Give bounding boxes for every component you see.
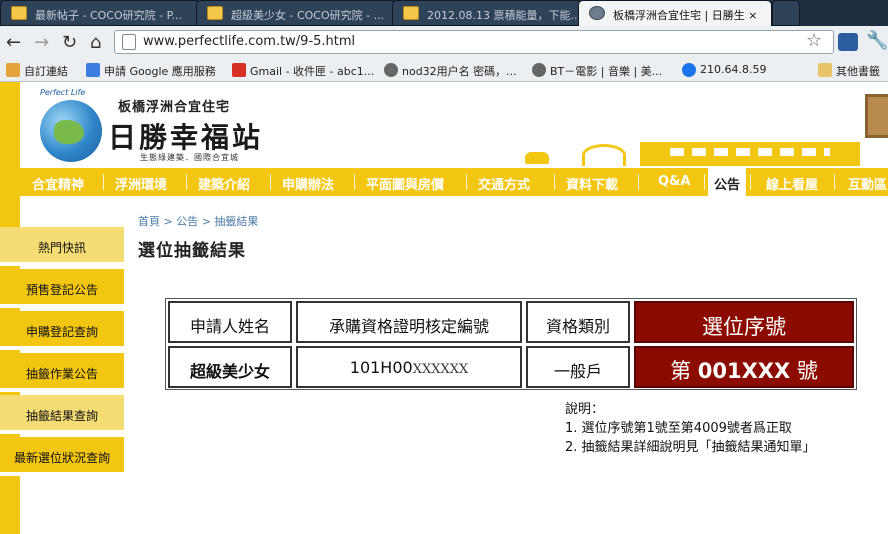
- car-illustration-icon: [525, 152, 549, 164]
- nav-divider: [834, 174, 835, 190]
- sidebar-item[interactable]: 抽籤作業公告: [0, 353, 124, 392]
- notes-title: 說明：: [565, 402, 605, 417]
- signboard-illustration-icon: [865, 94, 888, 138]
- site-header: Perfect Life 板橋浮洲合宜住宅 日勝幸福站 生態綠建築．國際合宜城: [20, 82, 888, 168]
- brand-english: Perfect Life: [40, 88, 86, 97]
- wrench-menu-icon[interactable]: 🔧: [866, 30, 888, 51]
- web-page: Perfect Life 板橋浮洲合宜住宅 日勝幸福站 生態綠建築．國際合宜城 …: [0, 82, 888, 534]
- nav-divider: [270, 174, 271, 190]
- note-item: 1. 選位序號第1號至第4009號者爲正取: [565, 421, 792, 436]
- globe-icon: [532, 63, 546, 77]
- nav-divider: [554, 174, 555, 190]
- cell-seq-no: 第 001XXX 號: [634, 346, 854, 388]
- main-nav: 合宜精神 浮洲環境 建築介紹 申購辦法 平面圖與房價 交通方式 資料下載 Q&A…: [20, 168, 888, 196]
- bookmark-item[interactable]: Gmail - 收件匣 - abc1...: [230, 63, 374, 79]
- bookmarks-bar: 自訂連結 申請 Google 應用服務 Gmail - 收件匣 - abc1..…: [0, 60, 888, 82]
- brand-subtitle: 生態綠建築．國際合宜城: [140, 153, 239, 162]
- bookmark-item[interactable]: 210.64.8.59: [680, 63, 766, 77]
- nav-divider: [638, 174, 639, 190]
- home-icon[interactable]: ⌂: [90, 32, 101, 53]
- globe-icon: [682, 63, 696, 77]
- header-name: 申請人姓名: [168, 301, 292, 343]
- new-tab-button[interactable]: [772, 0, 800, 26]
- sidebar-item[interactable]: 申購登記查詢: [0, 311, 124, 350]
- google-icon: [86, 63, 100, 77]
- address-bar[interactable]: www.perfectlife.com.tw/9-5.html: [114, 30, 834, 54]
- nav-divider: [466, 174, 467, 190]
- apps-icon: [6, 63, 20, 77]
- nav-item[interactable]: 平面圖與房價: [366, 168, 444, 196]
- forum-favicon-icon: [11, 6, 27, 20]
- nav-item[interactable]: 建築介紹: [198, 168, 250, 196]
- back-arrow-icon[interactable]: ←: [6, 32, 21, 53]
- tab-perfectlife[interactable]: 板橋浮洲合宜住宅 | 日勝生 ×: [578, 0, 772, 27]
- result-table: 申請人姓名 承購資格證明核定編號 資格類別 選位序號 超級美少女 101H00X…: [165, 298, 857, 390]
- nav-item[interactable]: 線上看屋: [766, 168, 818, 196]
- nav-item[interactable]: 合宜精神: [32, 168, 84, 196]
- bookmark-item[interactable]: 自訂連結: [4, 63, 68, 79]
- page-title: 選位抽籤結果: [138, 241, 246, 261]
- bookmark-item[interactable]: 申請 Google 應用服務: [84, 63, 216, 79]
- header-category: 資格類別: [526, 301, 630, 343]
- nav-item[interactable]: 互動區: [848, 168, 887, 196]
- cell-name: 超級美少女: [168, 346, 292, 388]
- nav-divider: [750, 174, 751, 190]
- nav-item[interactable]: 資料下載: [566, 168, 618, 196]
- globe-favicon-icon: [589, 6, 605, 20]
- nav-item-active[interactable]: 公告: [708, 168, 747, 196]
- header-cert-no: 承購資格證明核定編號: [296, 301, 522, 343]
- breadcrumb[interactable]: 首頁 > 公告 > 抽籤結果: [138, 213, 258, 229]
- cell-category: 一般戶: [526, 346, 630, 388]
- brand-name[interactable]: 日勝幸福站: [108, 116, 263, 156]
- extension-icon[interactable]: [838, 33, 858, 51]
- other-bookmarks[interactable]: 其他書籤: [816, 63, 880, 79]
- tab-coco-girl[interactable]: 超級美少女 - COCO研究院 - ...: [196, 0, 396, 26]
- tab-energy[interactable]: 2012.08.13 票積能量，下能...: [392, 0, 582, 26]
- nav-divider: [186, 174, 187, 190]
- sidebar-item-active[interactable]: 抽籤結果查詢: [0, 395, 124, 434]
- train-illustration-icon: [640, 142, 860, 166]
- forward-arrow-icon[interactable]: →: [34, 32, 49, 53]
- bookmark-star-icon[interactable]: ☆: [806, 30, 822, 51]
- nav-item[interactable]: 交通方式: [478, 168, 530, 196]
- note-item: 2. 抽籤結果詳細說明見「抽籤結果通知單」: [565, 440, 816, 455]
- sidebar-item[interactable]: 最新選位狀況查詢: [0, 437, 124, 476]
- cell-cert-no: 101H00XXXXXX: [296, 346, 522, 388]
- nav-item[interactable]: Q&A: [658, 168, 690, 196]
- brand-top: 板橋浮洲合宜住宅: [118, 100, 231, 115]
- nav-item[interactable]: 浮洲環境: [115, 168, 167, 196]
- sidebar-item[interactable]: 預售登記公告: [0, 269, 124, 308]
- nav-divider: [704, 174, 705, 190]
- header-seq-no: 選位序號: [634, 301, 854, 343]
- nav-item[interactable]: 申購辦法: [282, 168, 334, 196]
- gmail-icon: [232, 63, 246, 77]
- tab-coco-latest[interactable]: 最新帖子 - COCO研究院 - P...: [0, 0, 200, 26]
- nav-divider: [354, 174, 355, 190]
- bicycle-illustration-icon: [582, 144, 626, 166]
- notes: 說明： 1. 選位序號第1號至第4009號者爲正取 2. 抽籤結果詳細說明見「抽…: [565, 400, 865, 457]
- nav-divider: [103, 174, 104, 190]
- forum-favicon-icon: [403, 6, 419, 20]
- bookmark-item[interactable]: nod32用户名 密碼，...: [382, 63, 517, 79]
- globe-icon: [384, 63, 398, 77]
- browser-tab-strip: 最新帖子 - COCO研究院 - P... 超級美少女 - COCO研究院 - …: [0, 0, 888, 27]
- forum-favicon-icon: [207, 6, 223, 20]
- page-icon: [122, 34, 136, 50]
- globe-logo-icon[interactable]: [40, 100, 102, 162]
- sidebar-item[interactable]: 熱門快訊: [0, 227, 124, 266]
- folder-icon: [818, 63, 832, 77]
- reload-icon[interactable]: ↻: [62, 32, 77, 53]
- bookmark-item[interactable]: BT－電影 | 音樂 | 美...: [530, 63, 662, 79]
